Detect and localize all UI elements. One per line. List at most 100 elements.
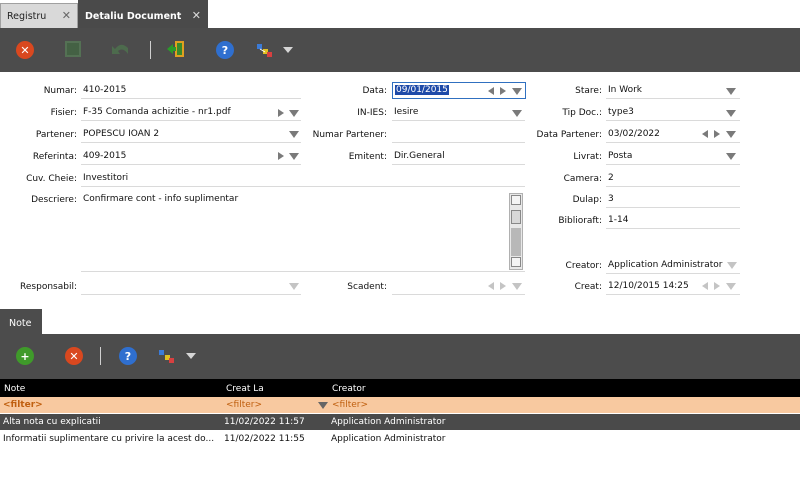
stare-field[interactable]: In Work [606, 82, 740, 99]
fisier-field[interactable]: F-35 Comanda achizitie - nr1.pdf [81, 104, 301, 121]
close-icon[interactable]: ✕ [192, 9, 201, 22]
scadent-label: Scadent: [347, 282, 387, 292]
tab-note[interactable]: Note [0, 309, 42, 334]
filter-input-creator[interactable]: <filter> [332, 400, 368, 410]
chevron-down-icon[interactable] [289, 110, 299, 117]
numar-label: Numar: [43, 86, 77, 96]
descriere-textarea[interactable]: Confirmare cont - info suplimentar [81, 191, 525, 272]
chevron-down-icon[interactable] [186, 353, 196, 359]
toolbar-separator [150, 41, 151, 59]
chevron-down-icon[interactable] [512, 110, 522, 117]
chevron-down-icon[interactable] [283, 47, 293, 53]
scroll-thumb[interactable] [511, 210, 521, 224]
chevron-down-icon[interactable] [289, 283, 299, 290]
creator-label: Creator: [565, 261, 602, 271]
close-icon: ✕ [20, 43, 30, 57]
layout-options-icon[interactable] [157, 347, 177, 365]
grid-header: Note Creat La Creator [0, 379, 800, 397]
livrat-field[interactable]: Posta [606, 148, 740, 165]
data-value: 09/01/2015 [395, 85, 449, 95]
descriere-label: Descriere: [31, 195, 77, 205]
export-icon[interactable] [166, 39, 186, 59]
next-date-icon[interactable] [500, 87, 506, 95]
table-row[interactable]: Informatii suplimentare cu privire la ac… [0, 431, 800, 447]
cuv-cheie-label: Cuv. Cheie: [26, 174, 77, 184]
in-ies-label: IN-IES: [357, 108, 387, 118]
table-row[interactable]: Alta nota cu explicatii 11/02/2022 11:57… [0, 414, 800, 430]
numar-field[interactable]: 410-2015 [81, 82, 301, 99]
help-button[interactable]: ? [216, 41, 234, 59]
scroll-track [511, 228, 521, 256]
chevron-down-icon[interactable] [512, 283, 522, 290]
help-button[interactable]: ? [119, 347, 137, 365]
scroll-down-button[interactable] [511, 257, 521, 267]
next-date-icon[interactable] [714, 130, 720, 138]
prev-date-icon[interactable] [488, 87, 494, 95]
chevron-down-icon[interactable] [727, 262, 737, 269]
in-ies-field[interactable]: Iesire [392, 104, 525, 121]
layout-options-icon[interactable] [255, 41, 275, 59]
camera-field[interactable]: 2 [606, 170, 740, 187]
cell-note: Informatii suplimentare cu privire la ac… [3, 434, 215, 444]
prev-date-icon[interactable] [702, 130, 708, 138]
open-reference-icon[interactable] [278, 152, 284, 160]
cuv-cheie-field[interactable]: Investitori [81, 170, 525, 187]
numar-partener-label: Numar Partener: [312, 130, 387, 140]
tip-doc-value: type3 [608, 107, 634, 117]
delete-note-button[interactable]: ✕ [65, 347, 83, 365]
chevron-down-icon[interactable] [726, 88, 736, 95]
close-document-button[interactable]: ✕ [16, 41, 34, 59]
creator-field[interactable]: Application Administrator [606, 257, 740, 274]
cell-creat-la: 11/02/2022 11:57 [224, 417, 305, 427]
add-note-button[interactable]: + [16, 347, 34, 365]
dulap-field[interactable]: 3 [606, 191, 740, 208]
tip-doc-field[interactable]: type3 [606, 104, 740, 121]
chevron-down-icon[interactable] [726, 131, 736, 138]
cell-creator: Application Administrator [331, 417, 446, 427]
chevron-down-icon[interactable] [726, 283, 736, 290]
chevron-down-icon[interactable] [512, 88, 522, 95]
next-date-icon[interactable] [500, 282, 506, 290]
referinta-label: Referinta: [32, 152, 77, 162]
emitent-field[interactable]: Dir.General [392, 148, 525, 165]
undo-icon[interactable] [111, 41, 131, 57]
creat-value: 12/10/2015 14:25 [608, 281, 689, 291]
tab-bar: Registru ✕ Detaliu Document ✕ [0, 0, 800, 28]
document-toolbar: ✕ ? [0, 28, 800, 72]
camera-label: Camera: [563, 174, 602, 184]
creat-label: Creat: [574, 282, 602, 292]
tab-detaliu-document[interactable]: Detaliu Document ✕ [78, 0, 208, 28]
descriere-value: Confirmare cont - info suplimentar [83, 194, 239, 204]
referinta-field[interactable]: 409-2015 [81, 148, 301, 165]
open-file-icon[interactable] [278, 109, 284, 117]
dulap-label: Dulap: [572, 195, 602, 205]
column-header-note[interactable]: Note [4, 384, 25, 394]
cell-creator: Application Administrator [331, 434, 446, 444]
scrollbar[interactable] [509, 193, 523, 270]
biblioraft-field[interactable]: 1-14 [606, 212, 740, 229]
numar-partener-field[interactable] [392, 126, 525, 143]
chevron-down-icon[interactable] [726, 110, 736, 117]
responsabil-label: Responsabil: [20, 282, 77, 292]
close-icon[interactable]: ✕ [62, 9, 71, 22]
chevron-down-icon[interactable] [318, 402, 328, 409]
creator-value: Application Administrator [608, 260, 723, 270]
prev-date-icon[interactable] [702, 282, 708, 290]
prev-date-icon[interactable] [488, 282, 494, 290]
chevron-down-icon[interactable] [726, 153, 736, 160]
tab-registru[interactable]: Registru ✕ [0, 3, 78, 28]
chevron-down-icon[interactable] [289, 153, 299, 160]
filter-input-note[interactable]: <filter> [3, 400, 43, 410]
responsabil-field[interactable] [81, 278, 301, 295]
next-date-icon[interactable] [714, 282, 720, 290]
chevron-down-icon[interactable] [289, 131, 299, 138]
column-header-creat-la[interactable]: Creat La [226, 384, 264, 394]
save-icon[interactable] [65, 41, 81, 57]
filter-input-creat-la[interactable]: <filter> [226, 400, 262, 410]
scroll-up-button[interactable] [511, 195, 521, 205]
column-header-creator[interactable]: Creator [332, 384, 366, 394]
tab-label: Registru [7, 11, 47, 22]
add-icon: + [20, 349, 30, 363]
partener-field[interactable]: POPESCU IOAN 2 [81, 126, 301, 143]
data-partener-value: 03/02/2022 [608, 129, 660, 139]
